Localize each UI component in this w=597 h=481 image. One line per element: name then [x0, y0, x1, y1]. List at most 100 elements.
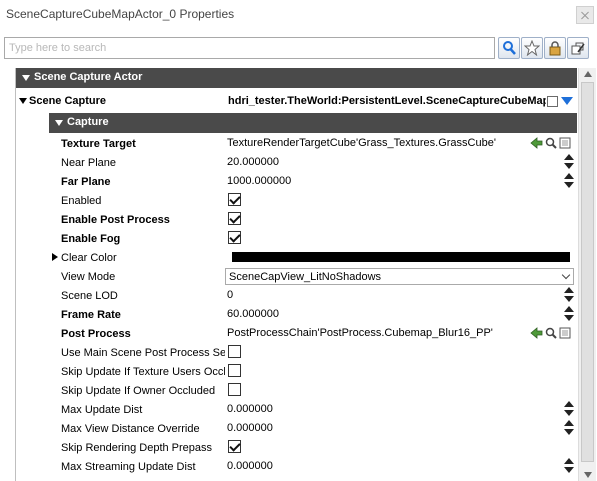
- decrement-icon[interactable]: [564, 467, 574, 473]
- decrement-icon[interactable]: [564, 296, 574, 302]
- property-row[interactable]: Scene LOD 0: [49, 286, 577, 305]
- property-row[interactable]: Skip Update If Owner Occluded: [49, 381, 577, 400]
- spinner-control[interactable]: [564, 401, 574, 417]
- use-selected-icon[interactable]: [530, 137, 543, 149]
- spinner-control[interactable]: [564, 287, 574, 303]
- property-value[interactable]: 20.000000: [227, 156, 279, 168]
- property-value[interactable]: 1000.000000: [227, 175, 291, 187]
- property-row[interactable]: Near Plane 20.000000: [49, 153, 577, 172]
- property-label: Far Plane: [61, 176, 111, 188]
- increment-icon[interactable]: [564, 420, 574, 426]
- category-label: Scene Capture Actor: [34, 71, 143, 83]
- select-value: SceneCapView_LitNoShadows: [229, 271, 382, 283]
- property-label: Use Main Scene Post Process Settings: [61, 347, 225, 359]
- decrement-icon[interactable]: [564, 182, 574, 188]
- spinner-control[interactable]: [564, 420, 574, 436]
- clear-icon[interactable]: [559, 137, 571, 149]
- property-checkbox[interactable]: [228, 345, 241, 358]
- property-checkbox[interactable]: [228, 440, 241, 453]
- property-row[interactable]: Max Streaming Update Dist 0.000000: [49, 457, 577, 476]
- lock-button[interactable]: [544, 37, 566, 59]
- property-row[interactable]: Use Main Scene Post Process Settings: [49, 343, 577, 362]
- spinner-control[interactable]: [564, 173, 574, 189]
- property-label: Max Streaming Update Dist: [61, 461, 196, 473]
- property-row[interactable]: Enable Post Process: [49, 210, 577, 229]
- chevron-down-icon: [561, 270, 571, 280]
- property-value[interactable]: 0.000000: [227, 403, 273, 415]
- property-row[interactable]: Enable Fog: [49, 229, 577, 248]
- property-row[interactable]: Skip Rendering Depth Prepass: [49, 438, 577, 457]
- color-swatch[interactable]: [232, 252, 570, 262]
- property-value[interactable]: 0.000000: [227, 422, 273, 434]
- scroll-up-icon[interactable]: [584, 71, 592, 77]
- property-row[interactable]: Max Update Dist 0.000000: [49, 400, 577, 419]
- increment-icon[interactable]: [564, 458, 574, 464]
- property-value[interactable]: PostProcessChain'PostProcess.Cubemap_Blu…: [227, 327, 493, 339]
- property-row[interactable]: Clear Color: [49, 248, 577, 267]
- property-value[interactable]: 60.000000: [227, 308, 279, 320]
- asset-buttons: [529, 325, 577, 341]
- property-checkbox[interactable]: [228, 212, 241, 225]
- copy-icon: [571, 42, 585, 55]
- property-checkbox[interactable]: [228, 193, 241, 206]
- property-label: Skip Rendering Depth Prepass: [61, 442, 213, 454]
- increment-icon[interactable]: [564, 401, 574, 407]
- search-button[interactable]: [498, 37, 520, 59]
- property-row[interactable]: Skip Update If Texture Users Occluded: [49, 362, 577, 381]
- property-checkbox[interactable]: [228, 231, 241, 244]
- property-label: Texture Target: [61, 138, 136, 150]
- view-mode-select[interactable]: SceneCapView_LitNoShadows: [225, 268, 574, 285]
- collapse-arrow-icon: [19, 98, 27, 104]
- close-button[interactable]: [576, 6, 594, 24]
- property-checkbox[interactable]: [228, 383, 241, 396]
- use-selected-icon[interactable]: [530, 327, 543, 339]
- increment-icon[interactable]: [564, 173, 574, 179]
- favorite-button[interactable]: [521, 37, 543, 59]
- scrollbar-thumb[interactable]: [581, 82, 594, 462]
- property-row[interactable]: View Mode SceneCapView_LitNoShadows: [49, 267, 577, 286]
- browse-icon[interactable]: [545, 137, 557, 149]
- increment-icon[interactable]: [564, 287, 574, 293]
- property-row[interactable]: Post Process PostProcessChain'PostProcess…: [49, 324, 577, 343]
- spinner-control[interactable]: [564, 306, 574, 322]
- property-value[interactable]: TextureRenderTargetCube'Grass_Textures.G…: [227, 137, 496, 149]
- scene-capture-label: Scene Capture: [29, 95, 107, 107]
- expand-arrow-icon[interactable]: [52, 253, 58, 261]
- category-header-scene-capture-actor[interactable]: Scene Capture Actor: [16, 68, 577, 88]
- search-icon: [503, 41, 516, 55]
- property-label: Frame Rate: [61, 309, 121, 321]
- property-row[interactable]: Enabled: [49, 191, 577, 210]
- property-row[interactable]: Max View Distance Override 0.000000: [49, 419, 577, 438]
- property-row[interactable]: Texture Target TextureRenderTargetCube'Gr…: [49, 134, 577, 153]
- decrement-icon[interactable]: [564, 410, 574, 416]
- clear-icon[interactable]: [547, 96, 558, 107]
- property-label: Enable Post Process: [61, 214, 170, 226]
- category-header-capture[interactable]: Capture: [49, 113, 577, 133]
- increment-icon[interactable]: [564, 306, 574, 312]
- spinner-control[interactable]: [564, 458, 574, 474]
- property-checkbox[interactable]: [228, 364, 241, 377]
- decrement-icon[interactable]: [564, 163, 574, 169]
- panel-scrollbar[interactable]: [578, 68, 596, 481]
- property-value[interactable]: 0: [227, 289, 233, 301]
- decrement-icon[interactable]: [564, 429, 574, 435]
- property-row[interactable]: Frame Rate 60.000000: [49, 305, 577, 324]
- decrement-icon[interactable]: [564, 315, 574, 321]
- browse-icon[interactable]: [545, 327, 557, 339]
- properties-panel: Scene Capture Actor Scene Capture hdri_t…: [15, 68, 577, 481]
- property-label: Max Update Dist: [61, 404, 143, 416]
- property-value[interactable]: 0.000000: [227, 460, 273, 472]
- property-label: Scene LOD: [61, 290, 118, 302]
- copy-button[interactable]: [567, 37, 589, 59]
- spinner-control[interactable]: [564, 154, 574, 170]
- scroll-down-icon[interactable]: [584, 472, 592, 478]
- property-label: Near Plane: [61, 157, 117, 169]
- dropdown-arrow-icon[interactable]: [561, 97, 573, 105]
- star-icon: [524, 40, 540, 56]
- increment-icon[interactable]: [564, 154, 574, 160]
- search-input[interactable]: [4, 37, 495, 59]
- clear-icon[interactable]: [559, 327, 571, 339]
- scene-capture-row[interactable]: Scene Capture hdri_tester.TheWorld:Persi…: [16, 92, 577, 110]
- collapse-arrow-icon: [22, 75, 30, 81]
- property-row[interactable]: Far Plane 1000.000000: [49, 172, 577, 191]
